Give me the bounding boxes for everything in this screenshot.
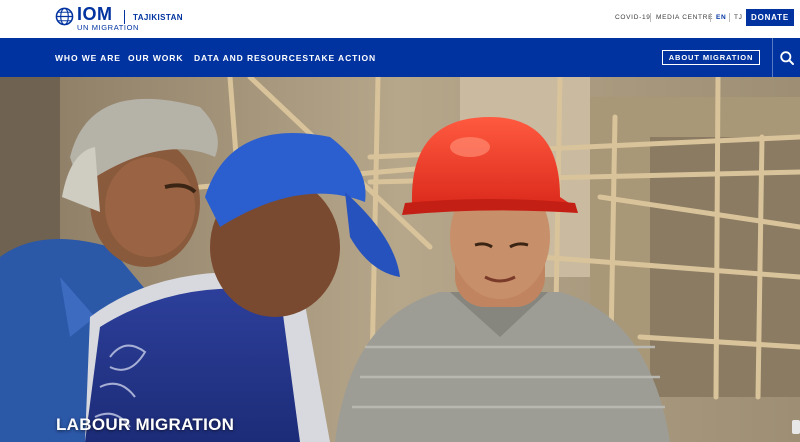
hero-scroll-tab[interactable] <box>792 420 800 434</box>
media-centre-link[interactable]: MEDIA CENTRE <box>656 14 713 21</box>
search-icon[interactable] <box>779 50 795 66</box>
top-bar: IOM UN MIGRATION TAJIKISTAN COVID-19 MED… <box>0 0 800 38</box>
about-migration-button[interactable]: ABOUT MIGRATION <box>662 50 760 65</box>
hero-title: LABOUR MIGRATION <box>56 415 235 434</box>
covid-link[interactable]: COVID-19 <box>615 14 651 21</box>
country-label: TAJIKISTAN <box>133 13 183 22</box>
logo-divider <box>124 10 125 24</box>
utility-divider <box>729 13 730 22</box>
iom-globe-icon <box>55 7 74 26</box>
logo-un-migration-text: UN MIGRATION <box>77 23 140 32</box>
nav-take-action[interactable]: TAKE ACTION <box>309 53 376 63</box>
nav-our-work[interactable]: OUR WORK <box>128 53 183 63</box>
utility-divider <box>710 13 711 22</box>
iom-logo[interactable]: IOM UN MIGRATION <box>55 4 140 32</box>
utility-divider <box>650 13 651 22</box>
lang-tj-link[interactable]: TJ <box>734 14 743 21</box>
logo-iom-text: IOM <box>77 4 113 24</box>
hero-banner <box>0 77 800 442</box>
nav-data-and-resources[interactable]: DATA AND RESOURCES <box>194 53 309 63</box>
nav-divider <box>772 38 773 77</box>
lang-en-link[interactable]: EN <box>716 14 726 21</box>
donate-button[interactable]: DONATE <box>746 9 794 26</box>
hero-photo <box>0 77 800 442</box>
main-nav: WHO WE ARE OUR WORK DATA AND RESOURCES T… <box>0 38 800 77</box>
nav-who-we-are[interactable]: WHO WE ARE <box>55 53 121 63</box>
